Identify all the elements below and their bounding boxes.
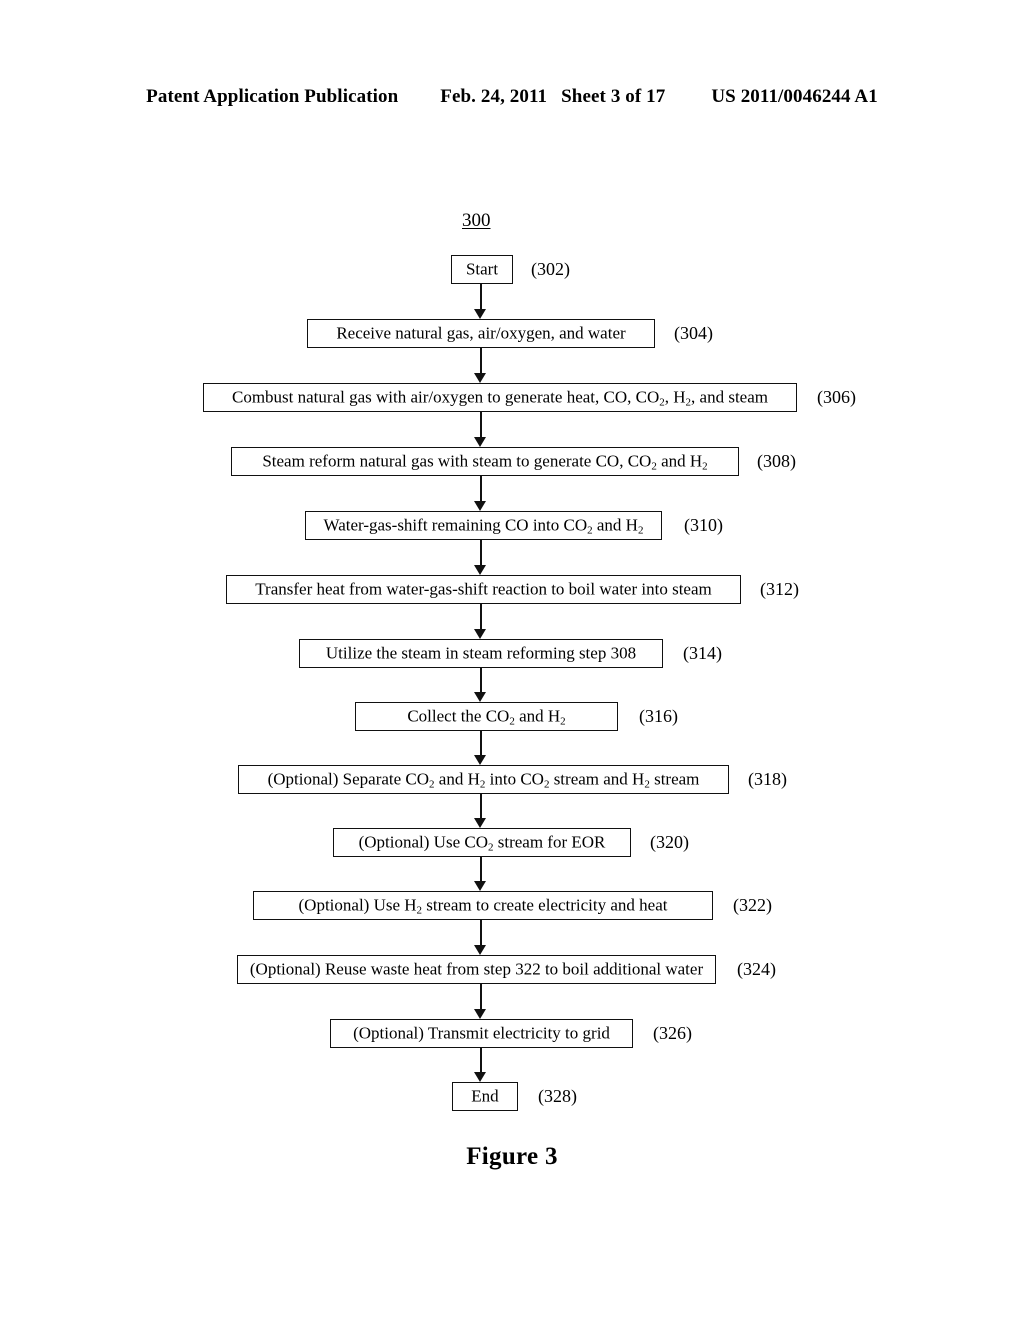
diagram-reference-300: 300 [462,210,491,231]
connector-line [480,412,482,438]
reference-numeral-s314: (314) [683,643,722,663]
flowchart-step-s326: (Optional) Transmit electricity to grid [330,1019,633,1048]
reference-numeral-s304: (304) [674,323,713,343]
connector-arrowhead [474,692,486,702]
flowchart-step-s304: Receive natural gas, air/oxygen, and wat… [307,319,655,348]
flowchart-step-s316: Collect the CO2 and H2 [355,702,618,731]
flowchart-step-label: Combust natural gas with air/oxygen to g… [231,387,768,409]
flowchart-step-s314: Utilize the steam in steam reforming ste… [299,639,663,668]
reference-numeral-start: (302) [531,259,570,279]
connector-line [480,348,482,374]
flowchart-step-label: (Optional) Reuse waste heat from step 32… [249,959,704,979]
flowchart-step-s320: (Optional) Use CO2 stream for EOR [333,828,631,857]
flowchart-step-label: Steam reform natural gas with steam to g… [262,451,708,473]
connector-line [480,604,482,630]
connector-arrowhead [474,501,486,511]
reference-numeral-s316: (316) [639,706,678,726]
connector-arrowhead [474,1009,486,1019]
connector-arrowhead [474,373,486,383]
reference-numeral-s310: (310) [684,515,723,535]
connector-line [480,284,482,310]
connector-line [480,984,482,1010]
flowchart-step-label: End [471,1086,499,1106]
connector-arrowhead [474,309,486,319]
reference-numeral-s322: (322) [733,895,772,915]
flowchart-step-label: Water-gas-shift remaining CO into CO2 an… [323,515,644,537]
flowchart-step-s308: Steam reform natural gas with steam to g… [231,447,739,476]
connector-line [480,540,482,566]
flowchart-step-end: End [452,1082,518,1111]
flowchart-step-s318: (Optional) Separate CO2 and H2 into CO2 … [238,765,729,794]
reference-numeral-s324: (324) [737,959,776,979]
flowchart-step-label: Collect the CO2 and H2 [407,706,566,728]
flowchart-step-s310: Water-gas-shift remaining CO into CO2 an… [305,511,662,540]
flowchart-step-start: Start [451,255,513,284]
reference-numeral-end: (328) [538,1086,577,1106]
flowchart-step-s306: Combust natural gas with air/oxygen to g… [203,383,797,412]
reference-numeral-s308: (308) [757,451,796,471]
flowchart-step-label: (Optional) Separate CO2 and H2 into CO2 … [267,769,700,791]
connector-arrowhead [474,945,486,955]
reference-numeral-s318: (318) [748,769,787,789]
connector-arrowhead [474,629,486,639]
connector-line [480,794,482,819]
flowchart-step-label: Transfer heat from water-gas-shift react… [255,579,712,599]
connector-arrowhead [474,437,486,447]
reference-numeral-s306: (306) [817,387,856,407]
flowchart-step-label: Utilize the steam in steam reforming ste… [325,643,637,663]
flowchart-diagram: 300 Start (302) Receive natural gas, air/o… [0,0,1024,1320]
figure-caption: Figure 3 [466,1143,558,1170]
connector-line [480,668,482,693]
flowchart-step-label: (Optional) Transmit electricity to grid [353,1023,610,1043]
reference-numeral-s320: (320) [650,832,689,852]
flowchart-step-s312: Transfer heat from water-gas-shift react… [226,575,741,604]
connector-line [480,920,482,946]
connector-arrowhead [474,565,486,575]
connector-arrowhead [474,1072,486,1082]
flowchart-step-label: (Optional) Use H2 stream to create elect… [298,895,668,917]
flowchart-step-s322: (Optional) Use H2 stream to create elect… [253,891,713,920]
connector-line [480,857,482,882]
flowchart-step-s324: (Optional) Reuse waste heat from step 32… [237,955,716,984]
connector-line [480,476,482,502]
connector-arrowhead [474,818,486,828]
reference-numeral-s326: (326) [653,1023,692,1043]
connector-arrowhead [474,881,486,891]
reference-numeral-s312: (312) [760,579,799,599]
flowchart-step-label: Receive natural gas, air/oxygen, and wat… [336,323,626,343]
connector-arrowhead [474,755,486,765]
flowchart-step-label: Start [465,259,499,279]
connector-line [480,731,482,756]
flowchart-step-label: (Optional) Use CO2 stream for EOR [358,832,606,854]
connector-line [480,1048,482,1073]
